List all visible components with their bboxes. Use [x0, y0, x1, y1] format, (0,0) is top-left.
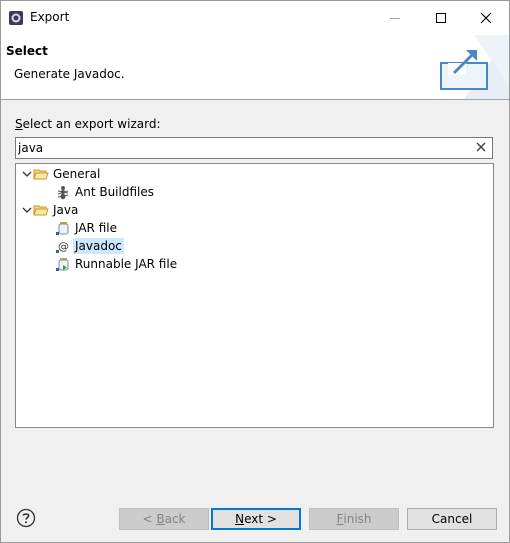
minimize-icon: [390, 18, 400, 19]
export-dialog: Export Select Generate Javadoc. Select a…: [0, 0, 510, 543]
page-description: Generate Javadoc.: [14, 67, 125, 81]
chevron-down-icon[interactable]: [21, 204, 33, 216]
ant-icon: [55, 184, 71, 200]
folder-open-icon: [33, 202, 49, 218]
window-title: Export: [30, 10, 70, 24]
tree-item-jar-file[interactable]: JAR file: [55, 219, 119, 237]
cancel-button[interactable]: Cancel: [407, 508, 497, 530]
maximize-button[interactable]: [418, 1, 464, 35]
help-icon[interactable]: [16, 508, 36, 528]
tree-item-javadoc[interactable]: @ Javadoc: [55, 237, 124, 255]
tree-item-ant-buildfiles[interactable]: Ant Buildfiles: [55, 183, 156, 201]
close-button[interactable]: [463, 1, 509, 35]
chevron-down-icon[interactable]: [21, 168, 33, 180]
minimize-button[interactable]: [372, 1, 418, 35]
tree-item-general[interactable]: General: [21, 165, 102, 183]
next-button[interactable]: Next >: [211, 508, 301, 530]
tree-item-label: Ant Buildfiles: [75, 185, 154, 199]
tree-item-label: Runnable JAR file: [75, 257, 178, 271]
runnable-jar-icon: [55, 256, 71, 272]
finish-button[interactable]: Finish: [309, 508, 399, 530]
svg-text:@: @: [58, 240, 69, 253]
tree-item-runnable-jar-file[interactable]: Runnable JAR file: [55, 255, 179, 273]
filter-input[interactable]: [18, 139, 468, 156]
back-button[interactable]: < Back: [119, 508, 209, 530]
tree-item-label: General: [53, 167, 101, 181]
javadoc-icon: @: [55, 238, 71, 254]
wizard-header: Select Generate Javadoc.: [1, 35, 509, 100]
jar-icon: [55, 220, 71, 236]
maximize-icon: [436, 13, 446, 23]
tree-item-java[interactable]: Java: [21, 201, 80, 219]
title-bar[interactable]: Export: [1, 1, 509, 35]
folder-open-icon: [33, 166, 49, 182]
export-wizard-banner-icon: [440, 35, 509, 99]
eclipse-export-icon: [8, 10, 24, 26]
close-icon: [480, 12, 492, 24]
tree-item-label: Javadoc: [73, 238, 124, 254]
clear-filter-icon[interactable]: [474, 140, 488, 154]
tree-item-label: Java: [53, 203, 79, 217]
tree-item-label: JAR file: [75, 221, 117, 235]
wizard-tree[interactable]: General Ant Buildfiles Java JAR file @ J…: [15, 163, 494, 428]
filter-field[interactable]: [15, 137, 493, 159]
wizard-select-label: Select an export wizard:: [15, 117, 161, 131]
page-title: Select: [6, 44, 48, 58]
